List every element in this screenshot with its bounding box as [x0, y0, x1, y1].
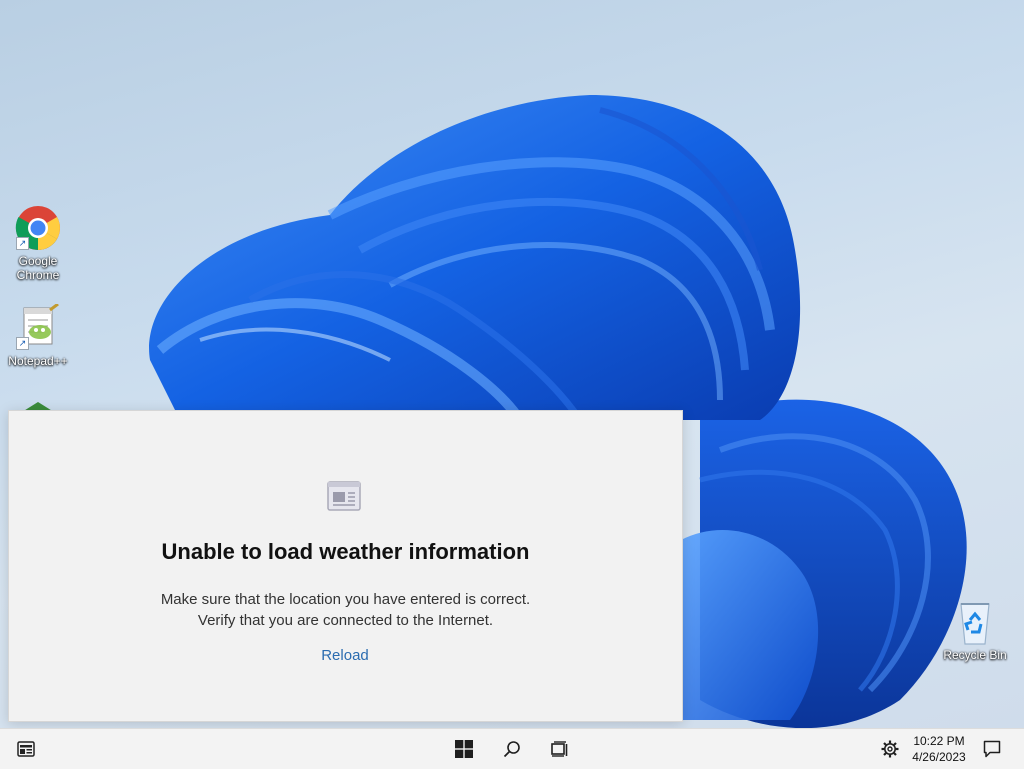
clock-date: 4/26/2023 [912, 750, 966, 764]
task-view-icon [551, 741, 568, 757]
error-message: Make sure that the location you have ent… [9, 589, 682, 631]
settings-tray-button[interactable] [872, 729, 908, 769]
desktop: ↗ Google Chrome ↗ Notepad++ Recycle Bin … [0, 0, 1024, 728]
notification-icon [983, 740, 1001, 758]
desktop-icon-label: Google [18, 254, 58, 268]
reload-link[interactable]: Reload [305, 647, 385, 664]
clock-time: 10:22 PM [913, 734, 965, 748]
desktop-icon-label: Recycle Bin [943, 648, 1007, 662]
gear-icon [881, 740, 899, 758]
recycle-bin-icon [951, 598, 999, 646]
desktop-icon-chrome[interactable]: ↗ Google Chrome [0, 204, 76, 282]
desktop-icon-label: Chrome [16, 268, 60, 282]
error-message-line: Verify that you are connected to the Int… [197, 612, 494, 629]
weather-widget-panel: Unable to load weather information Make … [8, 410, 683, 722]
start-button[interactable] [446, 729, 482, 769]
chrome-icon: ↗ [14, 204, 62, 252]
error-title: Unable to load weather information [161, 539, 530, 564]
widgets-button[interactable] [8, 729, 44, 769]
search-button[interactable] [494, 729, 530, 769]
desktop-icon-notepadpp[interactable]: ↗ Notepad++ [0, 302, 76, 368]
desktop-icon-label: Notepad++ [8, 354, 68, 368]
news-icon [327, 481, 361, 511]
search-icon [503, 741, 520, 758]
desktop-icon-recycle-bin[interactable]: Recycle Bin [937, 598, 1013, 662]
notepadpp-icon: ↗ [14, 302, 62, 352]
widgets-icon [17, 741, 35, 757]
notification-center-button[interactable] [974, 729, 1010, 769]
windows-start-icon [455, 740, 473, 758]
system-clock[interactable]: 10:22 PM 4/26/2023 [904, 733, 974, 765]
task-view-button[interactable] [542, 729, 578, 769]
error-message-line: Make sure that the location you have ent… [160, 591, 531, 608]
taskbar: 10:22 PM 4/26/2023 [0, 728, 1024, 769]
